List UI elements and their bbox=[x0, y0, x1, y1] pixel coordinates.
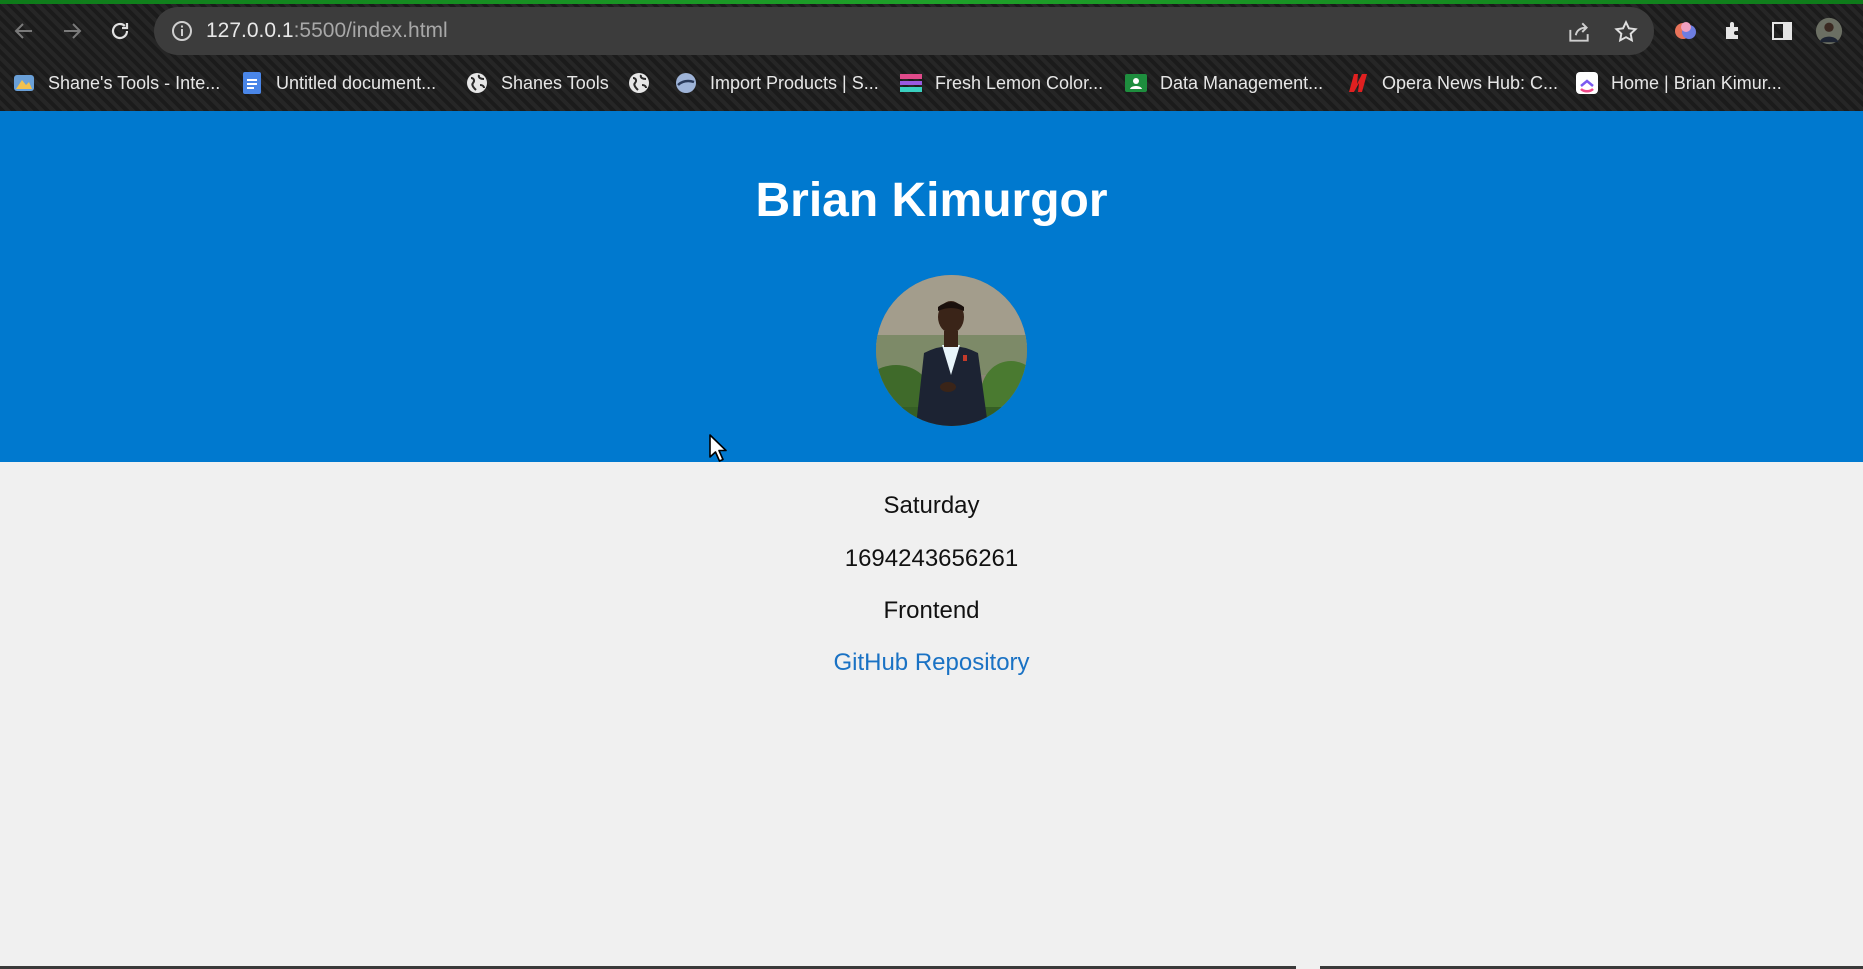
share-icon[interactable] bbox=[1566, 19, 1592, 45]
bookmark-item[interactable]: Data Management... bbox=[1124, 68, 1323, 98]
forward-button[interactable] bbox=[54, 13, 90, 49]
bookmark-item[interactable]: Opera News Hub: C... bbox=[1346, 68, 1558, 98]
shanes-tools-favicon bbox=[12, 71, 36, 95]
reload-icon bbox=[111, 22, 129, 40]
github-repository-link[interactable]: GitHub Repository bbox=[833, 649, 1029, 676]
bookmark-label: Data Management... bbox=[1160, 72, 1324, 93]
github-link-row: GitHub Repository bbox=[0, 649, 1863, 677]
url-path: :5500/index.html bbox=[293, 19, 448, 42]
profile-header: Brian Kimurgor bbox=[0, 111, 1863, 462]
bookmark-item[interactable]: Untitled document... bbox=[240, 68, 436, 98]
import-products-favicon bbox=[674, 71, 698, 95]
fresh-lemon-favicon bbox=[899, 71, 923, 95]
bookmarks-bar: Shane's Tools - Inte... Untitled documen… bbox=[0, 62, 1863, 104]
bookmark-item[interactable]: Shanes Tools bbox=[465, 68, 609, 98]
bookmark-label: Home | Brian Kimur... bbox=[1611, 72, 1782, 93]
profile-avatar-icon[interactable] bbox=[1815, 17, 1843, 45]
info-icon[interactable] bbox=[170, 19, 194, 43]
url-text[interactable]: 127.0.0.1:5500/index.html bbox=[206, 19, 448, 43]
utc-time-ms: 1694243656261 bbox=[844, 545, 1019, 572]
bookmark-label: Opera News Hub: C... bbox=[1382, 72, 1559, 93]
back-button[interactable] bbox=[6, 13, 42, 49]
url-host: 127.0.0.1 bbox=[206, 19, 294, 42]
opera-news-favicon bbox=[1346, 71, 1370, 95]
browser-toolbar: 127.0.0.1:5500/index.html bbox=[0, 4, 1863, 58]
bookmark-label: Shanes Tools bbox=[501, 72, 609, 93]
copilot-extension-icon[interactable] bbox=[1672, 17, 1700, 45]
bookmark-item[interactable]: Fresh Lemon Color... bbox=[899, 68, 1103, 98]
bookmark-item[interactable]: Home | Brian Kimur... bbox=[1575, 68, 1782, 98]
track-label: Frontend bbox=[883, 597, 980, 624]
clickup-favicon bbox=[1575, 71, 1599, 95]
profile-photo-image bbox=[876, 275, 1027, 426]
address-bar[interactable]: 127.0.0.1:5500/index.html bbox=[154, 7, 1654, 55]
globe-favicon bbox=[465, 71, 489, 95]
bookmark-label: Import Products | S... bbox=[710, 72, 879, 93]
bookmark-label: Shane's Tools - Inte... bbox=[48, 72, 221, 93]
browser-chrome: 127.0.0.1:5500/index.html Shane's Tools … bbox=[0, 0, 1863, 111]
current-day: Saturday bbox=[883, 492, 980, 519]
arrow-left-icon bbox=[14, 23, 32, 39]
google-classroom-favicon bbox=[1124, 71, 1148, 95]
avatar bbox=[876, 275, 1027, 426]
bookmark-label: Untitled document... bbox=[276, 72, 437, 93]
mouse-cursor-icon bbox=[709, 434, 727, 462]
reload-button[interactable] bbox=[102, 13, 138, 49]
side-panel-icon[interactable] bbox=[1768, 17, 1796, 45]
bookmark-item[interactable]: Shane's Tools - Inte... bbox=[12, 68, 220, 98]
bookmark-item[interactable]: Import Products | S... bbox=[674, 68, 879, 98]
arrow-right-icon bbox=[64, 23, 82, 39]
extensions-puzzle-icon[interactable] bbox=[1720, 17, 1748, 45]
bookmark-label: Fresh Lemon Color... bbox=[935, 72, 1104, 93]
globe-favicon bbox=[627, 71, 651, 95]
bookmark-star-icon[interactable] bbox=[1613, 19, 1639, 45]
page-title: Brian Kimurgor bbox=[755, 174, 1108, 227]
bookmark-item[interactable] bbox=[627, 68, 663, 98]
google-docs-favicon bbox=[240, 71, 264, 95]
